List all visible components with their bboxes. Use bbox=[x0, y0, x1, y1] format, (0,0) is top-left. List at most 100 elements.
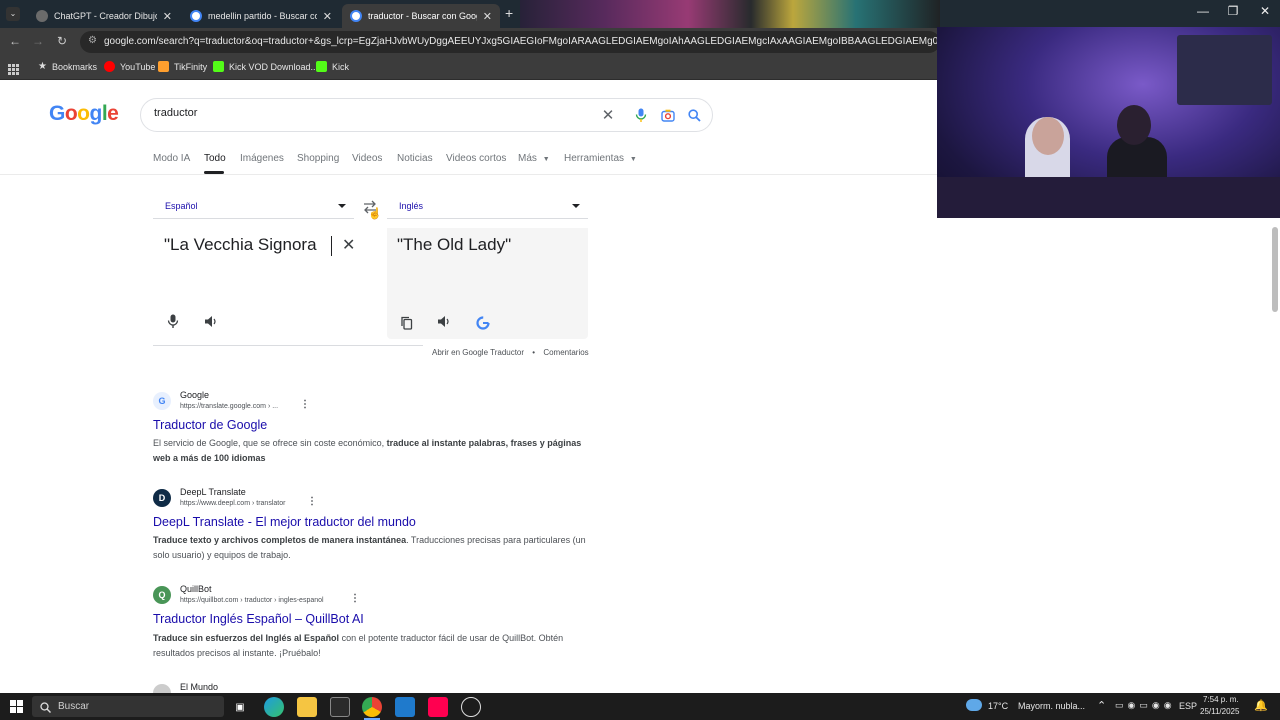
bookmark-label: Bookmarks bbox=[51, 61, 97, 72]
result-title-link[interactable]: DeepL Translate - El mejor traductor del… bbox=[153, 515, 416, 529]
tab-videos[interactable]: Videos bbox=[352, 153, 382, 164]
tab-close-icon[interactable]: ✕ bbox=[483, 10, 492, 23]
google-logo[interactable]: Google bbox=[49, 102, 119, 126]
microsoft-store-icon[interactable] bbox=[330, 697, 350, 717]
source-microphone-icon[interactable] bbox=[167, 314, 179, 333]
result-more-icon[interactable]: ⋮ bbox=[350, 593, 360, 604]
chrome-icon[interactable] bbox=[362, 697, 382, 717]
clock-time[interactable]: 7:54 p. m. bbox=[1203, 695, 1239, 704]
tray-chevron-icon[interactable]: ⌃ bbox=[1097, 699, 1106, 712]
tab-todo[interactable]: Todo bbox=[204, 153, 226, 164]
minimize-button[interactable]: — bbox=[1188, 4, 1218, 18]
reload-icon[interactable]: ↻ bbox=[54, 34, 70, 48]
tab-label: ChatGPT - Creador Dibujo bbox=[54, 11, 157, 21]
feedback-link[interactable]: Comentarios bbox=[543, 348, 588, 357]
apps-grid-icon[interactable] bbox=[8, 62, 19, 75]
tab-close-icon[interactable]: ✕ bbox=[323, 10, 332, 23]
restore-button[interactable]: ❐ bbox=[1218, 4, 1248, 18]
search-box: ✕ bbox=[140, 98, 713, 132]
caret-down-icon: ▼ bbox=[542, 156, 550, 163]
tiktok-icon[interactable] bbox=[428, 697, 448, 717]
caret-down-icon bbox=[338, 204, 346, 208]
site-info-icon[interactable]: ⚙ bbox=[88, 35, 97, 46]
result-url: https://translate.google.com › ... bbox=[180, 403, 279, 410]
clear-source-icon[interactable]: ✕ bbox=[342, 235, 355, 255]
result-site-name: DeepL Translate bbox=[180, 487, 246, 497]
page-scrollbar[interactable] bbox=[1270, 215, 1280, 690]
vscode-icon[interactable] bbox=[395, 697, 415, 717]
result-site-name: QuillBot bbox=[180, 584, 212, 594]
forward-arrow-icon[interactable]: → bbox=[30, 34, 46, 48]
result-site-name: Google bbox=[180, 390, 210, 400]
tab-herramientas[interactable]: Herramientas ▼ bbox=[564, 153, 637, 164]
tab-label: Herramientas bbox=[564, 153, 625, 164]
snippet-text: El servicio de Google, que se ofrece sin… bbox=[153, 438, 387, 448]
tab-chatgpt[interactable]: ChatGPT - Creador Dibujo ✕ bbox=[28, 4, 180, 28]
target-speaker-icon[interactable] bbox=[437, 315, 451, 333]
source-text-input[interactable]: "La Vecchia Signora bbox=[164, 235, 317, 255]
weather-temp[interactable]: 17°C bbox=[988, 701, 1008, 711]
desk bbox=[937, 177, 1280, 218]
translator-links: Abrir en Google Traductor • Comentarios bbox=[432, 348, 589, 357]
clear-search-icon[interactable]: ✕ bbox=[598, 105, 618, 125]
tab-noticias[interactable]: Noticias bbox=[397, 153, 433, 164]
result-snippet: El servicio de Google, que se ofrece sin… bbox=[153, 436, 593, 466]
result-favicon-icon: D bbox=[153, 489, 171, 507]
windows-start-icon[interactable] bbox=[10, 700, 23, 718]
taskbar-search-icon bbox=[40, 700, 51, 718]
openai-icon[interactable] bbox=[461, 697, 481, 717]
target-language-select[interactable]: Inglés bbox=[387, 194, 588, 219]
source-language-select[interactable]: Español bbox=[153, 194, 354, 219]
result-snippet: Traduce texto y archivos completos de ma… bbox=[153, 533, 593, 563]
task-view-icon[interactable]: ▣ bbox=[230, 697, 250, 717]
translated-text: "The Old Lady" bbox=[397, 235, 512, 254]
taskbar-search-box[interactable]: Buscar bbox=[32, 696, 224, 717]
bookmark-youtube[interactable]: YouTube bbox=[104, 61, 155, 72]
result-favicon-icon: G bbox=[153, 392, 171, 410]
tab-imagenes[interactable]: Imágenes bbox=[240, 153, 284, 164]
mouse-pointer-icon: ☝ bbox=[368, 208, 382, 220]
tab-modo-ia[interactable]: Modo IA bbox=[153, 153, 190, 164]
tab-search-icon[interactable]: ⌄ bbox=[6, 7, 20, 21]
result-title-link[interactable]: Traductor Inglés Español – QuillBot AI bbox=[153, 612, 364, 626]
tab-mas[interactable]: Más ▼ bbox=[518, 153, 550, 164]
open-in-translate-link[interactable]: Abrir en Google Traductor bbox=[432, 348, 524, 357]
result-title-link[interactable]: Traductor de Google bbox=[153, 418, 267, 432]
notification-icon[interactable]: 🔔 bbox=[1254, 699, 1268, 712]
result-snippet: Traduce sin esfuerzos del Inglés al Espa… bbox=[153, 631, 593, 661]
bookmark-kick-vod[interactable]: Kick VOD Download... bbox=[213, 61, 318, 72]
file-explorer-icon[interactable] bbox=[297, 697, 317, 717]
back-arrow-icon[interactable]: ← bbox=[7, 34, 23, 48]
tab-shopping[interactable]: Shopping bbox=[297, 153, 339, 164]
microphone-icon[interactable] bbox=[631, 105, 651, 125]
edge-icon[interactable] bbox=[264, 697, 284, 717]
url-field[interactable]: google.com/search?q=traductor&oq=traduct… bbox=[80, 31, 940, 53]
tab-videos-cortos[interactable]: Videos cortos bbox=[446, 153, 506, 164]
clock-date[interactable]: 25/11/2025 bbox=[1200, 707, 1239, 716]
copy-icon[interactable] bbox=[400, 316, 413, 335]
result-more-icon[interactable]: ⋮ bbox=[307, 496, 317, 507]
person-left-head bbox=[1032, 117, 1064, 155]
weather-description[interactable]: Mayorm. nubla... bbox=[1018, 701, 1085, 711]
close-window-button[interactable]: ✕ bbox=[1250, 4, 1280, 18]
source-language-label: Español bbox=[165, 201, 198, 211]
taskbar-search-label: Buscar bbox=[58, 701, 90, 712]
scrollbar-thumb[interactable] bbox=[1272, 227, 1278, 312]
bookmark-bookmarks[interactable]: ★ Bookmarks bbox=[38, 61, 97, 72]
bookmark-kick[interactable]: Kick bbox=[316, 61, 349, 72]
search-icon[interactable] bbox=[684, 105, 704, 125]
source-speaker-icon[interactable] bbox=[204, 315, 218, 333]
tab-close-icon[interactable]: ✕ bbox=[163, 10, 172, 23]
search-input[interactable] bbox=[154, 107, 574, 119]
language-indicator[interactable]: ESP bbox=[1179, 701, 1197, 711]
new-tab-button[interactable]: + bbox=[505, 5, 513, 21]
result-more-icon[interactable]: ⋮ bbox=[300, 399, 310, 410]
tray-icons[interactable]: ▭◉▭◉◉ bbox=[1115, 700, 1176, 711]
tab-traductor[interactable]: traductor - Buscar con Google ✕ bbox=[342, 4, 500, 28]
tab-medellin[interactable]: medellin partido - Buscar con G ✕ bbox=[182, 4, 340, 28]
google-g-icon[interactable] bbox=[476, 316, 490, 335]
star-icon: ★ bbox=[38, 61, 47, 72]
browser-tab-strip: ⌄ ChatGPT - Creador Dibujo ✕ medellin pa… bbox=[0, 0, 1280, 28]
lens-camera-icon[interactable] bbox=[658, 105, 678, 125]
bookmark-tikfinity[interactable]: TikFinity bbox=[158, 61, 207, 72]
